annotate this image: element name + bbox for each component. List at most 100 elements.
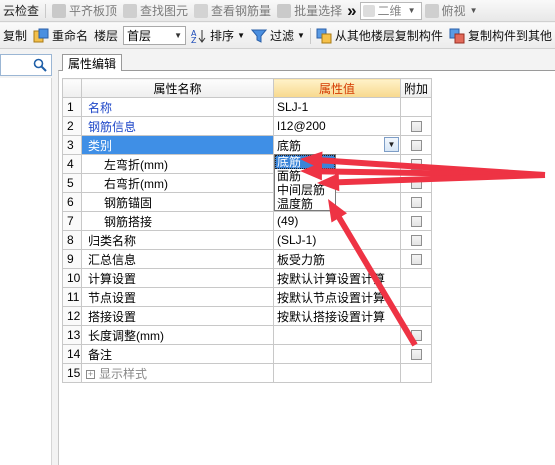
- property-value[interactable]: (SLJ-1): [273, 230, 401, 250]
- category-option[interactable]: 底筋: [275, 155, 335, 169]
- find-element-button[interactable]: 查找图元: [120, 1, 191, 21]
- extra-cell: [400, 344, 432, 364]
- property-name: 钢筋搭接: [81, 211, 274, 231]
- row-number: 7: [62, 211, 82, 231]
- view-mode-select[interactable]: 二维 ▼: [359, 1, 422, 20]
- property-value[interactable]: 底筋 ▼: [273, 135, 401, 155]
- extra-checkbox[interactable]: [410, 159, 422, 171]
- flush-top-icon: [52, 3, 67, 18]
- property-value[interactable]: [273, 344, 401, 364]
- property-row[interactable]: 3 类别 底筋 ▼: [62, 135, 432, 155]
- view-rebar-qty-button[interactable]: 查看钢筋量: [191, 1, 274, 21]
- extra-checkbox[interactable]: [410, 349, 422, 361]
- chevron-down-icon: ▼: [407, 6, 416, 15]
- toolbar-overflow-icon[interactable]: »: [347, 1, 357, 21]
- component-list[interactable]: [0, 78, 52, 465]
- rename-icon: [33, 28, 49, 42]
- property-value[interactable]: 按默认节点设置计算: [273, 287, 401, 307]
- extra-checkbox[interactable]: [410, 178, 422, 190]
- property-row[interactable]: 6 钢筋锚固: [62, 192, 432, 212]
- property-row[interactable]: 11 节点设置 按默认节点设置计算: [62, 287, 432, 307]
- filter-button[interactable]: 过滤 ▼: [248, 25, 308, 47]
- property-value-text: 按默认节点设置计算: [277, 290, 386, 305]
- property-name: 节点设置: [81, 287, 274, 307]
- extra-cell: [400, 154, 432, 174]
- view-rebar-icon: [194, 3, 209, 18]
- batch-select-button[interactable]: 批量选择: [274, 1, 345, 21]
- extra-checkbox[interactable]: [410, 330, 422, 342]
- copy-label: 复制: [3, 29, 28, 43]
- property-row[interactable]: 14 备注: [62, 344, 432, 364]
- extra-checkbox[interactable]: [410, 121, 422, 133]
- flush-top-button[interactable]: 平齐板顶: [49, 1, 120, 21]
- row-number: 6: [62, 192, 82, 212]
- property-row[interactable]: 9 汇总信息 板受力筋: [62, 249, 432, 269]
- property-row[interactable]: 7 钢筋搭接 (49): [62, 211, 432, 231]
- cloud-check-button[interactable]: 云检查: [0, 1, 42, 21]
- col-header-extra: 附加: [400, 78, 432, 98]
- extra-cell: [400, 249, 432, 269]
- property-value[interactable]: [273, 325, 401, 345]
- property-value[interactable]: ǀ12@200: [273, 116, 401, 136]
- property-value[interactable]: (49): [273, 211, 401, 231]
- property-name: 左弯折(mm): [81, 154, 274, 174]
- property-value[interactable]: [273, 363, 401, 383]
- property-value-text: ǀ12@200: [277, 119, 326, 133]
- rename-label: 重命名: [52, 29, 89, 43]
- property-row[interactable]: 8 归类名称 (SLJ-1): [62, 230, 432, 250]
- property-grid: 属性名称 属性值 附加 1 名称 SLJ-1 2 钢筋信息 ǀ12@200 3 类别 底筋 ▼ 4 左…: [62, 78, 432, 383]
- property-row[interactable]: 4 左弯折(mm): [62, 154, 432, 174]
- property-value[interactable]: SLJ-1: [273, 97, 401, 117]
- property-value[interactable]: 板受力筋: [273, 249, 401, 269]
- copy-from-floors-button[interactable]: 从其他楼层复制构件: [313, 25, 446, 47]
- property-row[interactable]: 13 长度调整(mm): [62, 325, 432, 345]
- row-number: 11: [62, 287, 82, 307]
- property-row[interactable]: 15 + 显示样式: [62, 363, 432, 383]
- property-row[interactable]: 1 名称 SLJ-1: [62, 97, 432, 117]
- tab-property-edit[interactable]: 属性编辑: [62, 54, 122, 71]
- extra-checkbox[interactable]: [410, 140, 422, 152]
- extra-cell: [400, 230, 432, 250]
- sort-label: 排序: [210, 29, 235, 43]
- property-row[interactable]: 2 钢筋信息 ǀ12@200: [62, 116, 432, 136]
- floor-select[interactable]: 首层 ▼: [123, 26, 187, 45]
- row-number: 4: [62, 154, 82, 174]
- sort-az-icon: AZ: [191, 29, 206, 44]
- category-option[interactable]: 面筋: [275, 169, 335, 183]
- toolbar-divider: [45, 3, 47, 18]
- property-row[interactable]: 12 搭接设置 按默认搭接设置计算: [62, 306, 432, 326]
- category-option[interactable]: 温度筋: [275, 197, 335, 211]
- category-dropdown-list[interactable]: 底筋 面筋 中间层筋 温度筋: [274, 154, 336, 211]
- property-value-text: (SLJ-1): [277, 233, 317, 247]
- expand-icon[interactable]: +: [86, 369, 95, 379]
- copy-to-floors-button[interactable]: 复制构件到其他: [446, 25, 555, 47]
- floor-label-text: 楼层: [94, 29, 119, 43]
- chevron-down-icon: ▼: [469, 6, 478, 15]
- property-value[interactable]: 按默认搭接设置计算: [273, 306, 401, 326]
- rename-button[interactable]: 重命名: [30, 25, 91, 47]
- extra-checkbox[interactable]: [410, 197, 422, 209]
- row-number: 8: [62, 230, 82, 250]
- category-dropdown-button[interactable]: ▼: [384, 137, 399, 152]
- copy-to-floors-label: 复制构件到其他: [467, 29, 552, 43]
- view-direction-select[interactable]: 俯视 ▼: [422, 1, 481, 21]
- property-name: 汇总信息: [81, 249, 274, 269]
- extra-cell: [400, 173, 432, 193]
- property-row[interactable]: 5 右弯折(mm): [62, 173, 432, 193]
- filter-funnel-icon: [250, 29, 267, 43]
- extra-cell: [400, 135, 432, 155]
- category-option[interactable]: 中间层筋: [275, 183, 335, 197]
- extra-checkbox[interactable]: [410, 216, 422, 228]
- property-row[interactable]: 10 计算设置 按默认计算设置计算: [62, 268, 432, 288]
- extra-cell: [400, 97, 432, 117]
- extra-cell: [400, 192, 432, 212]
- extra-checkbox[interactable]: [410, 254, 422, 266]
- property-name: 右弯折(mm): [81, 173, 274, 193]
- find-icon: [123, 3, 138, 18]
- property-value[interactable]: 按默认计算设置计算: [273, 268, 401, 288]
- copy-button[interactable]: 复制: [0, 25, 30, 47]
- sort-button[interactable]: AZ 排序 ▼: [188, 25, 248, 47]
- property-name: 钢筋信息: [81, 116, 274, 136]
- extra-checkbox[interactable]: [410, 235, 422, 247]
- search-button[interactable]: [30, 55, 50, 75]
